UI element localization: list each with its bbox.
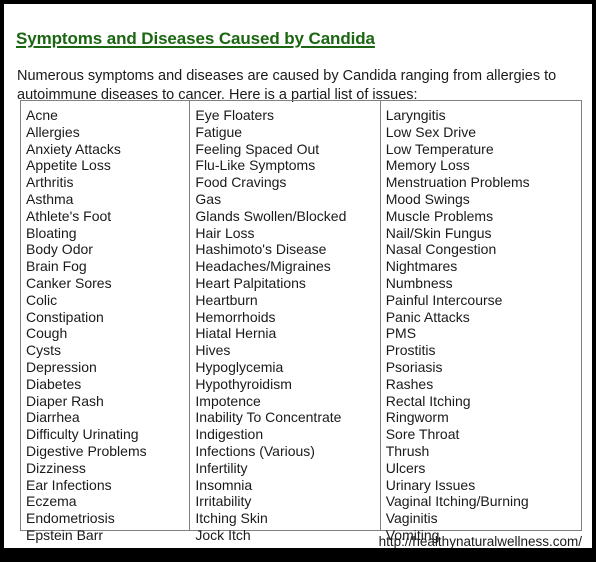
symptom-item: Flu-Like Symptoms (195, 157, 316, 174)
symptom-item: Canker Sores (26, 274, 112, 291)
symptom-item: Difficulty Urinating (26, 426, 139, 443)
symptom-item: Athlete's Foot (26, 207, 112, 224)
symptom-item: Diabetes (26, 375, 82, 392)
symptom-item: Constipation (26, 308, 104, 325)
symptom-item: Jock Itch (195, 526, 251, 543)
symptom-item: Depression (26, 358, 97, 375)
intro-paragraph: Numerous symptoms and diseases are cause… (17, 67, 557, 103)
symptom-item: PMS (385, 325, 417, 342)
symptom-item: Appetite Loss (26, 157, 111, 174)
symptom-item: Heart Palpitations (195, 274, 306, 291)
source-url: http://healthynaturalwellness.com/ (378, 534, 582, 548)
symptom-item: Rashes (385, 375, 434, 392)
symptom-item: Memory Loss (385, 157, 470, 174)
symptom-item: Indigestion (195, 426, 264, 443)
symptom-item: Irritability (195, 493, 252, 510)
symptom-item: Nail/Skin Fungus (385, 224, 492, 241)
symptom-item: Itching Skin (195, 510, 268, 527)
symptom-item: Arthritis (26, 174, 74, 191)
symptom-item: Painful Intercourse (385, 291, 503, 308)
symptom-item: Feeling Spaced Out (195, 140, 320, 157)
symptom-item: Food Cravings (195, 174, 287, 191)
symptom-item: Hair Loss (195, 224, 255, 241)
symptom-item: Cough (26, 325, 68, 342)
symptom-item: Eczema (26, 493, 77, 510)
page-content: Symptoms and Diseases Caused by Candida … (4, 4, 592, 548)
symptom-item: Hypothyroidism (195, 375, 292, 392)
symptom-item: Muscle Problems (385, 207, 494, 224)
symptom-item: Menstruation Problems (385, 174, 530, 191)
symptom-item: Nightmares (385, 258, 458, 275)
symptom-item: Epstein Barr (26, 526, 104, 543)
symptom-item: Mood Swings (385, 190, 470, 207)
symptom-item: Ringworm (385, 409, 449, 426)
symptom-item: Laryngitis (385, 107, 446, 123)
symptom-item: Hemorrhoids (195, 308, 276, 325)
symptom-item: Cysts (26, 342, 61, 359)
symptom-item: Panic Attacks (385, 308, 470, 325)
symptom-item: Low Sex Drive (385, 123, 476, 140)
symptom-item: Diaper Rash (26, 392, 104, 409)
symptom-item: Low Temperature (385, 140, 494, 157)
symptom-item: Acne (26, 107, 58, 123)
symptom-column-2: Eye Floaters Fatigue Feeling Spaced Out Flu… (190, 101, 381, 543)
symptom-item: Anxiety Attacks (26, 140, 121, 157)
symptom-item: Thrush (385, 442, 430, 459)
symptom-item: Urinary Issues (385, 476, 476, 493)
symptom-item: Glands Swollen/Blocked (195, 207, 347, 224)
symptom-item: Headaches/Migraines (195, 258, 331, 275)
symptom-item: Hiatal Hernia (195, 325, 277, 342)
symptom-item: Ulcers (385, 459, 426, 476)
symptom-item: Ear Infections (26, 476, 112, 493)
symptom-item: Heartburn (195, 291, 258, 308)
symptom-item: Dizziness (26, 459, 86, 476)
symptom-item: Digestive Problems (26, 442, 147, 459)
page-title: Symptoms and Diseases Caused by Candida (16, 29, 375, 49)
symptom-item: Brain Fog (26, 258, 87, 275)
symptom-column-1: Acne Allergies Anxiety Attacks Appetite Los… (21, 101, 191, 543)
symptom-item: Fatigue (195, 123, 243, 140)
symptom-item: Numbness (385, 274, 453, 291)
symptom-item: Asthma (26, 190, 74, 207)
symptom-item: Bloating (26, 224, 77, 241)
symptom-column-3: Laryngitis Low Sex Drive Low Temperature Me… (381, 101, 581, 543)
symptom-item: Hypoglycemia (195, 358, 284, 375)
symptom-list-table: Acne Allergies Anxiety Attacks Appetite Los… (20, 100, 582, 543)
symptom-item: Gas (195, 190, 222, 207)
symptom-item: Infections (Various) (195, 442, 315, 459)
symptom-item: Vaginal Itching/Burning (385, 493, 529, 510)
symptom-item: Hashimoto's Disease (195, 241, 327, 258)
symptom-item: Colic (26, 291, 58, 308)
symptom-item: Eye Floaters (195, 107, 274, 123)
symptom-item: Sore Throat (385, 426, 460, 443)
symptom-item: Diarrhea (26, 409, 80, 426)
symptom-item: Impotence (195, 392, 261, 409)
symptom-item: Infertility (195, 459, 248, 476)
symptom-item: Inability To Concentrate (195, 409, 342, 426)
symptom-item: Rectal Itching (385, 392, 471, 409)
symptom-item: Insomnia (195, 476, 253, 493)
symptom-item: Nasal Congestion (385, 241, 497, 258)
symptom-item: Psoriasis (385, 358, 443, 375)
symptom-item: Prostitis (385, 342, 436, 359)
symptom-item: Allergies (26, 123, 80, 140)
symptom-item: Body Odor (26, 241, 93, 258)
symptom-item: Endometriosis (26, 510, 115, 527)
symptom-item: Hives (195, 342, 231, 359)
symptom-item: Vaginitis (385, 510, 438, 527)
